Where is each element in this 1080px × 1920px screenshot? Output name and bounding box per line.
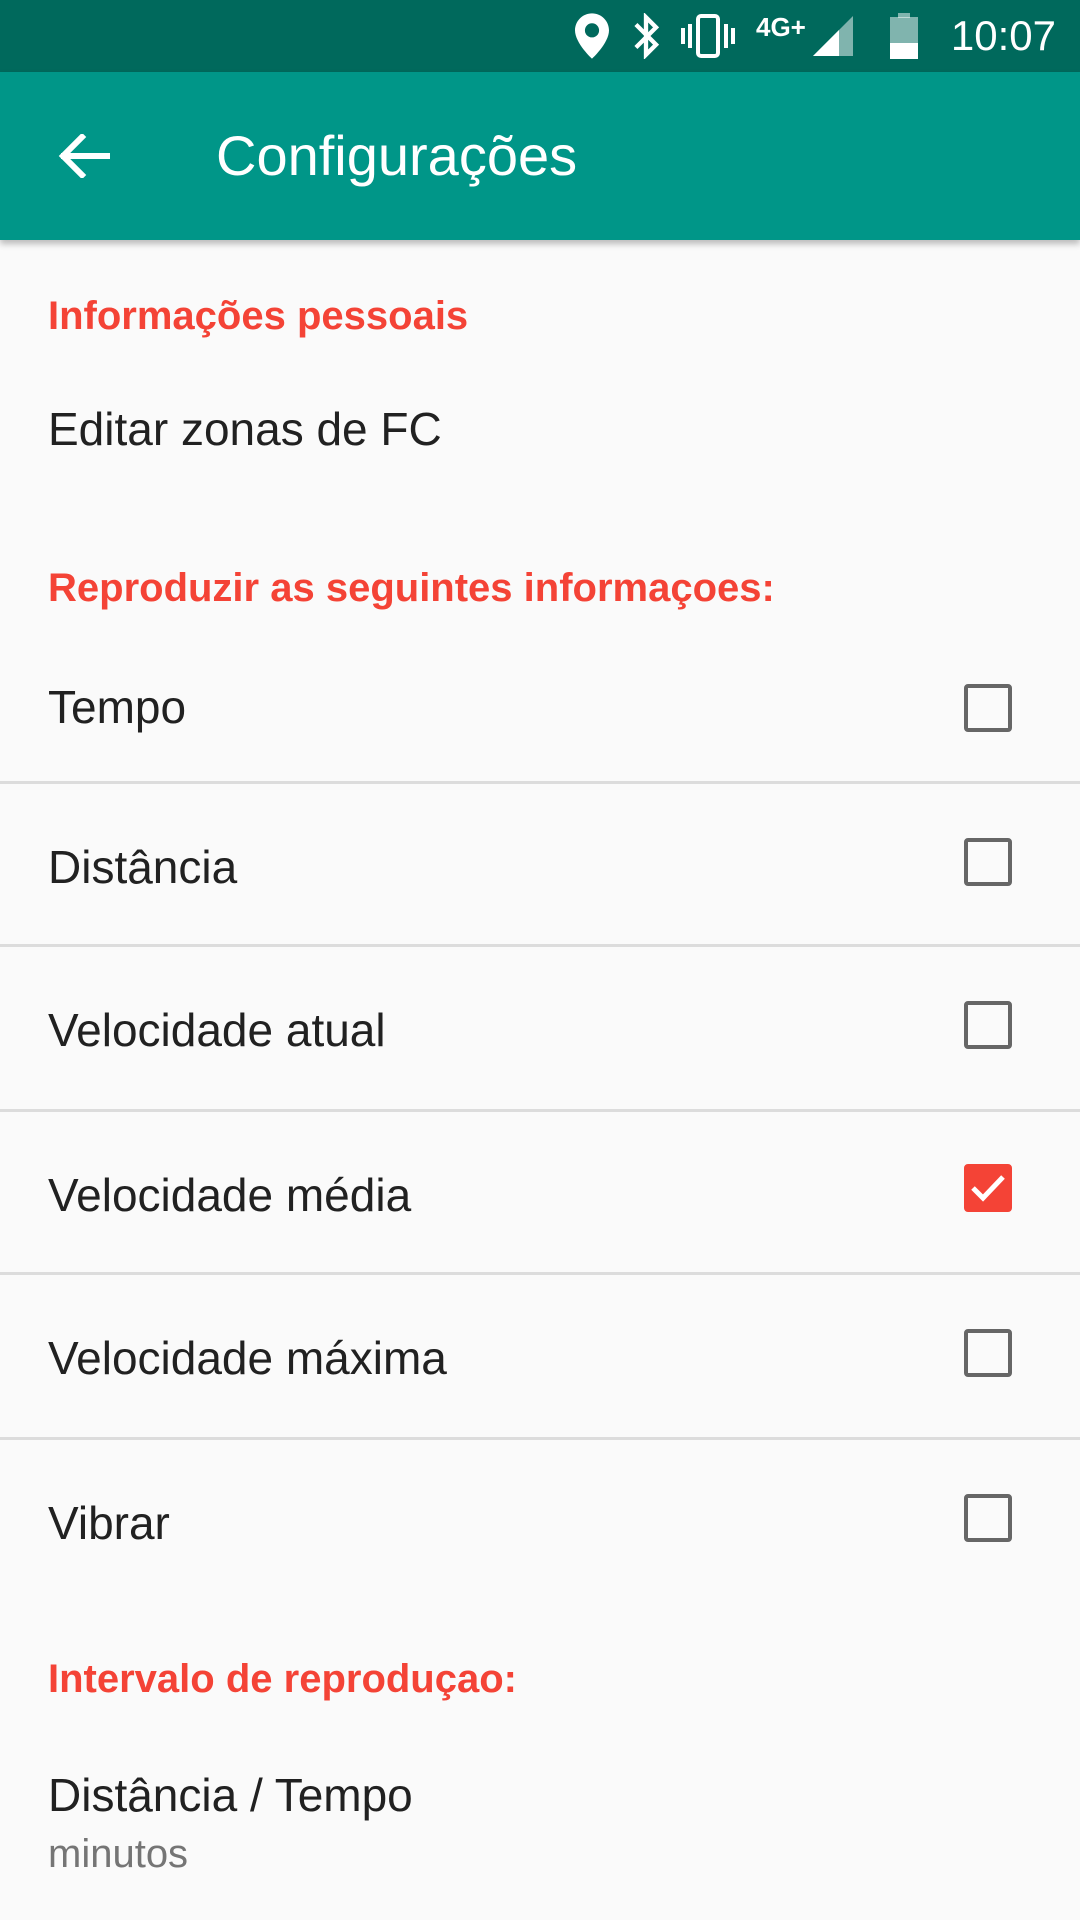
edit-hr-zones-item[interactable]: Editar zonas de FC	[0, 380, 1080, 490]
checkbox-vibrar[interactable]	[964, 1494, 1012, 1542]
checkbox-velocidade-atual[interactable]	[964, 1001, 1012, 1049]
preference-item-distancia[interactable]: Distância	[0, 784, 1080, 944]
preference-item-velocidade-atual[interactable]: Velocidade atual	[0, 947, 1080, 1109]
item-label: Vibrar	[48, 1497, 170, 1549]
location-icon	[572, 0, 612, 72]
checkbox-velocidade-maxima[interactable]	[964, 1329, 1012, 1377]
checkbox-distancia[interactable]	[964, 838, 1012, 886]
back-button[interactable]	[40, 116, 128, 196]
battery-icon	[888, 0, 920, 72]
interval-item-distancia-tempo[interactable]: Distância / Tempo minutos	[0, 1740, 1080, 1890]
arrow-back-icon	[58, 134, 110, 178]
checkbox-tempo[interactable]	[964, 684, 1012, 732]
preference-item-velocidade-maxima[interactable]: Velocidade máxima	[0, 1275, 1080, 1438]
section-header-reproduce: Reproduzir as seguintes informaçoes:	[48, 566, 775, 610]
checkmark-icon	[971, 1175, 1005, 1202]
item-label: Editar zonas de FC	[48, 403, 442, 455]
app-bar: Configurações	[0, 72, 1080, 240]
section-header-interval: Intervalo de reproduçao:	[48, 1657, 517, 1701]
item-label: Distância	[48, 841, 238, 893]
item-summary: minutos	[48, 1832, 189, 1876]
preference-item-velocidade-media[interactable]: Velocidade média	[0, 1112, 1080, 1272]
item-label: Distância / Tempo	[48, 1769, 413, 1821]
item-label: Velocidade média	[48, 1169, 412, 1221]
section-header-personal: Informações pessoais	[48, 294, 469, 338]
preference-item-vibrar[interactable]: Vibrar	[0, 1440, 1080, 1600]
clock: 10:07	[950, 12, 1056, 59]
preference-item-tempo[interactable]: Tempo	[0, 638, 1080, 782]
network-type-label: 4G+	[756, 12, 806, 42]
bluetooth-icon	[626, 0, 666, 72]
signal-icon	[812, 0, 854, 72]
item-label: Velocidade atual	[48, 1004, 386, 1056]
vibrate-icon	[680, 0, 736, 72]
item-label: Tempo	[48, 681, 187, 733]
item-label: Velocidade máxima	[48, 1332, 447, 1384]
checkbox-velocidade-media[interactable]	[964, 1164, 1012, 1212]
page-title: Configurações	[216, 124, 578, 187]
status-bar: 4G+ 10:07	[0, 0, 1080, 72]
